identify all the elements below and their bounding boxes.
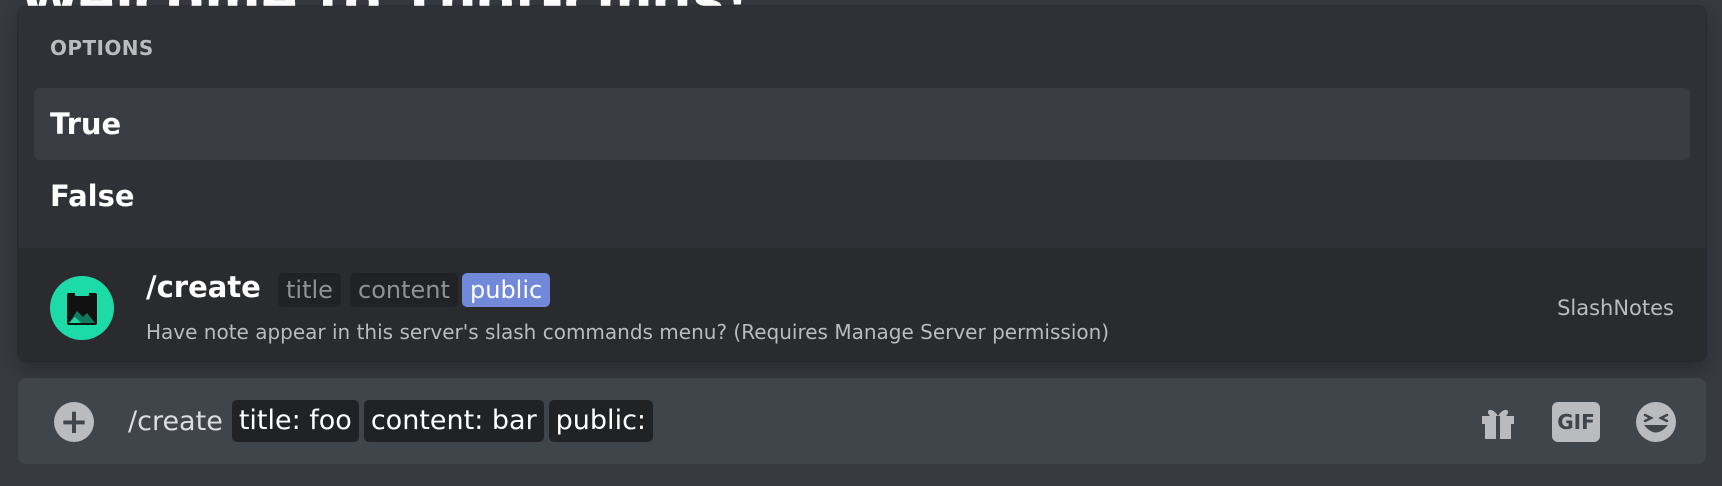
add-circle-icon[interactable]: +	[54, 402, 94, 442]
notes-app-icon	[67, 290, 97, 325]
option-chip-public[interactable]: public:	[548, 400, 654, 442]
typed-command: /create	[128, 405, 223, 437]
option-true[interactable]: True	[34, 88, 1690, 160]
message-input[interactable]: /create title: foo content: bar public:	[128, 400, 654, 442]
param-content: content	[350, 273, 458, 307]
emoji-icon[interactable]	[1632, 398, 1680, 446]
app-avatar	[50, 276, 114, 340]
option-false[interactable]: False	[34, 160, 1690, 232]
param-public: public	[462, 273, 551, 307]
options-section-label: OPTIONS	[50, 36, 154, 60]
autocomplete-popup: OPTIONS True False /create title content…	[18, 6, 1706, 361]
message-composer: + /create title: foo content: bar public…	[18, 378, 1706, 464]
param-title: title	[278, 273, 341, 307]
command-preview[interactable]: /create title content public Have note a…	[18, 248, 1706, 361]
gift-icon[interactable]	[1474, 398, 1522, 446]
gif-icon[interactable]: GIF	[1552, 398, 1600, 446]
option-chip-content[interactable]: content: bar	[363, 400, 544, 442]
option-label: True	[50, 107, 122, 141]
command-name: /create	[146, 270, 261, 304]
gif-label: GIF	[1552, 402, 1600, 442]
option-chip-title[interactable]: title: foo	[231, 400, 359, 442]
app-name: SlashNotes	[1557, 296, 1674, 320]
command-description: Have note appear in this server's slash …	[146, 320, 1110, 344]
option-label: False	[50, 179, 135, 213]
